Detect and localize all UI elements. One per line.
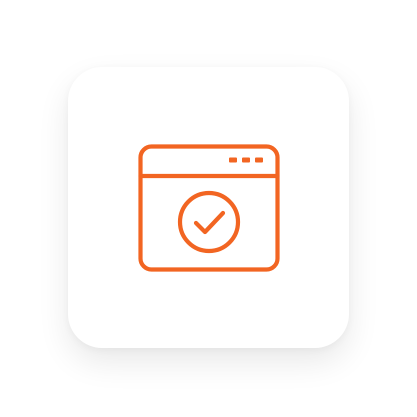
window-dot-2 <box>242 157 250 163</box>
browser-window-check-icon <box>138 144 280 272</box>
app-icon-stage <box>0 0 417 417</box>
window-dot-3 <box>255 157 263 163</box>
window-dot-1 <box>229 157 237 163</box>
checkmark <box>193 210 226 235</box>
check-circle <box>177 190 241 254</box>
browser-window-check-svg <box>138 144 280 272</box>
